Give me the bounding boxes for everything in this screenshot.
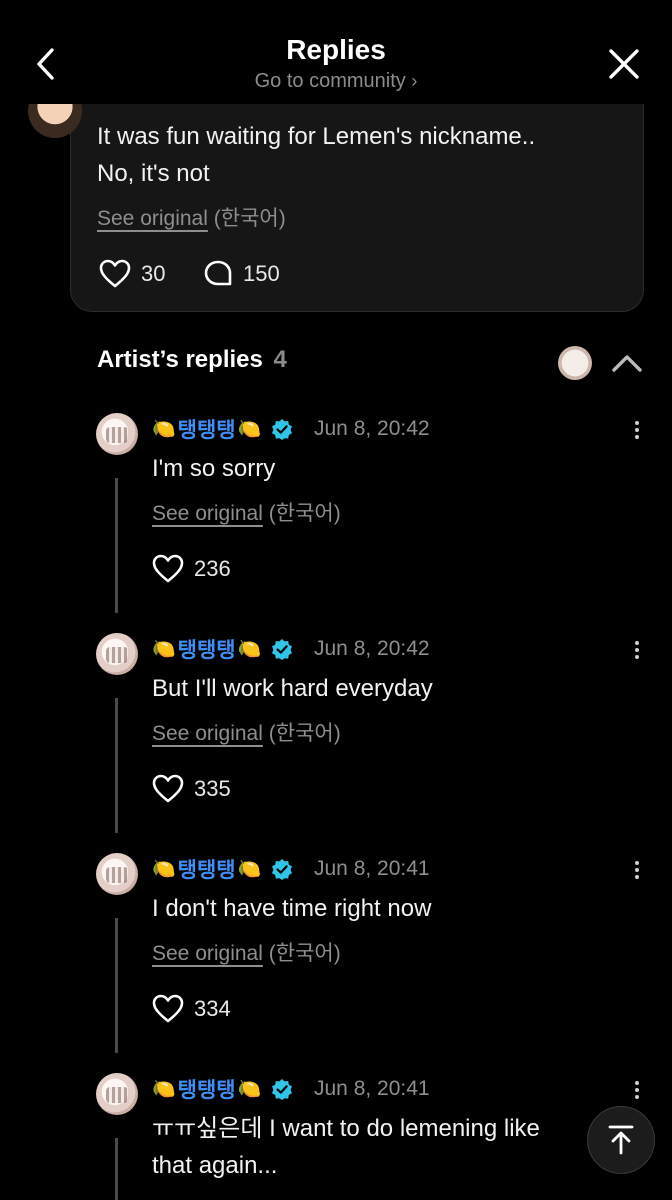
reply-like-button[interactable]: 334	[152, 994, 231, 1024]
scroll-to-top-button[interactable]	[587, 1106, 655, 1174]
reply-text: But I'll work hard everyday	[152, 675, 433, 702]
reply-like-count: 236	[194, 556, 231, 581]
artist-replies-count: 4	[273, 346, 287, 373]
thread-line	[115, 698, 118, 833]
more-vertical-icon[interactable]	[630, 1078, 644, 1104]
reply-timestamp: Jun 8, 20:41	[314, 857, 430, 880]
post-see-original: See original (한국어)	[97, 202, 286, 232]
verified-badge-icon	[272, 639, 293, 660]
heart-icon	[152, 774, 184, 803]
more-vertical-icon[interactable]	[630, 638, 644, 664]
verified-badge-icon	[272, 419, 293, 440]
lemon-emoji: 🍋	[152, 419, 176, 440]
reply-like-button[interactable]: 236	[152, 554, 231, 584]
heart-icon	[99, 259, 131, 288]
reply-author-name: 탱탱탱	[177, 1079, 236, 1102]
go-to-community-link[interactable]: Go to community ›	[0, 70, 672, 93]
reply-text: I don't have time right now	[152, 895, 432, 922]
reply-author[interactable]: 🍋 탱탱탱 🍋	[152, 854, 293, 884]
see-original-link[interactable]: See original	[152, 502, 263, 525]
reply-timestamp: Jun 8, 20:42	[314, 637, 430, 660]
thread-line	[115, 918, 118, 1053]
see-original-link[interactable]: See original	[97, 207, 208, 230]
artist-replies-label: Artist’s replies	[97, 346, 263, 373]
lemon-emoji: 🍋	[152, 1079, 176, 1100]
reply-text-line2: that again...	[152, 1152, 278, 1179]
see-original-link[interactable]: See original	[152, 942, 263, 965]
reply-avatar[interactable]	[96, 633, 138, 675]
reply-text: ㅠㅠ싶은데 I want to do lemening like that ag…	[152, 1110, 582, 1184]
heart-icon	[152, 554, 184, 583]
lemon-emoji: 🍋	[237, 1079, 262, 1100]
reply-timestamp: Jun 8, 20:41	[314, 1077, 430, 1100]
reply-like-count: 335	[194, 776, 231, 801]
top-bar: Replies Go to community ›	[0, 0, 672, 104]
reply-author-name: 탱탱탱	[177, 859, 236, 882]
post-text-line1: It was fun waiting for Lemen's nickname.…	[97, 123, 536, 150]
reply-avatar[interactable]	[96, 1073, 138, 1115]
reply-text: I'm so sorry	[152, 455, 276, 482]
reply-author-name: 탱탱탱	[177, 419, 236, 442]
original-language: (한국어)	[268, 942, 341, 965]
scroll-to-top-icon	[608, 1125, 634, 1155]
chevron-up-icon[interactable]	[610, 350, 644, 376]
reply-author-name: 탱탱탱	[177, 639, 236, 662]
reply-see-original: See original (한국어)	[152, 717, 341, 747]
original-language: (한국어)	[213, 207, 286, 230]
post-text-line2: No, it's not	[97, 160, 210, 187]
heart-icon	[152, 994, 184, 1023]
reply-avatar[interactable]	[96, 853, 138, 895]
page-title: Replies	[286, 34, 386, 65]
artist-replies-header: Artist’s replies 4	[97, 346, 287, 374]
reply-text-line1: ㅠㅠ싶은데 I want to do lemening like	[152, 1115, 540, 1142]
post-comment-count: 150	[243, 261, 280, 286]
reply-see-original: See original (한국어)	[152, 937, 341, 967]
lemon-emoji: 🍋	[152, 639, 176, 660]
more-vertical-icon[interactable]	[630, 418, 644, 444]
lemon-emoji: 🍋	[152, 859, 176, 880]
thread-line	[115, 1138, 118, 1200]
reply-see-original: See original (한국어)	[152, 497, 341, 527]
see-original-link[interactable]: See original	[152, 722, 263, 745]
post-like-button[interactable]: 30	[99, 259, 165, 289]
reply-author[interactable]: 🍋 탱탱탱 🍋	[152, 634, 293, 664]
verified-badge-icon	[272, 1079, 293, 1100]
original-language: (한국어)	[268, 502, 341, 525]
lemon-emoji: 🍋	[237, 639, 262, 660]
lemon-emoji: 🍋	[237, 419, 262, 440]
thread-line	[115, 478, 118, 613]
reply-author[interactable]: 🍋 탱탱탱 🍋	[152, 1074, 293, 1104]
close-icon[interactable]	[604, 44, 644, 84]
go-to-community-label: Go to community	[254, 70, 406, 92]
original-language: (한국어)	[268, 722, 341, 745]
chevron-right-icon: ›	[411, 71, 418, 91]
lemon-emoji: 🍋	[237, 859, 262, 880]
post-like-count: 30	[141, 261, 166, 286]
artist-avatar	[558, 346, 592, 380]
verified-badge-icon	[272, 859, 293, 880]
reply-timestamp: Jun 8, 20:42	[314, 417, 430, 440]
reply-like-button[interactable]: 335	[152, 774, 231, 804]
reply-avatar[interactable]	[96, 413, 138, 455]
more-vertical-icon[interactable]	[630, 858, 644, 884]
comment-bubble-icon	[204, 260, 232, 286]
reply-author[interactable]: 🍋 탱탱탱 🍋	[152, 414, 293, 444]
post-text: It was fun waiting for Lemen's nickname.…	[97, 118, 617, 192]
post-comment-button[interactable]: 150	[203, 259, 280, 289]
reply-like-count: 334	[194, 996, 231, 1021]
